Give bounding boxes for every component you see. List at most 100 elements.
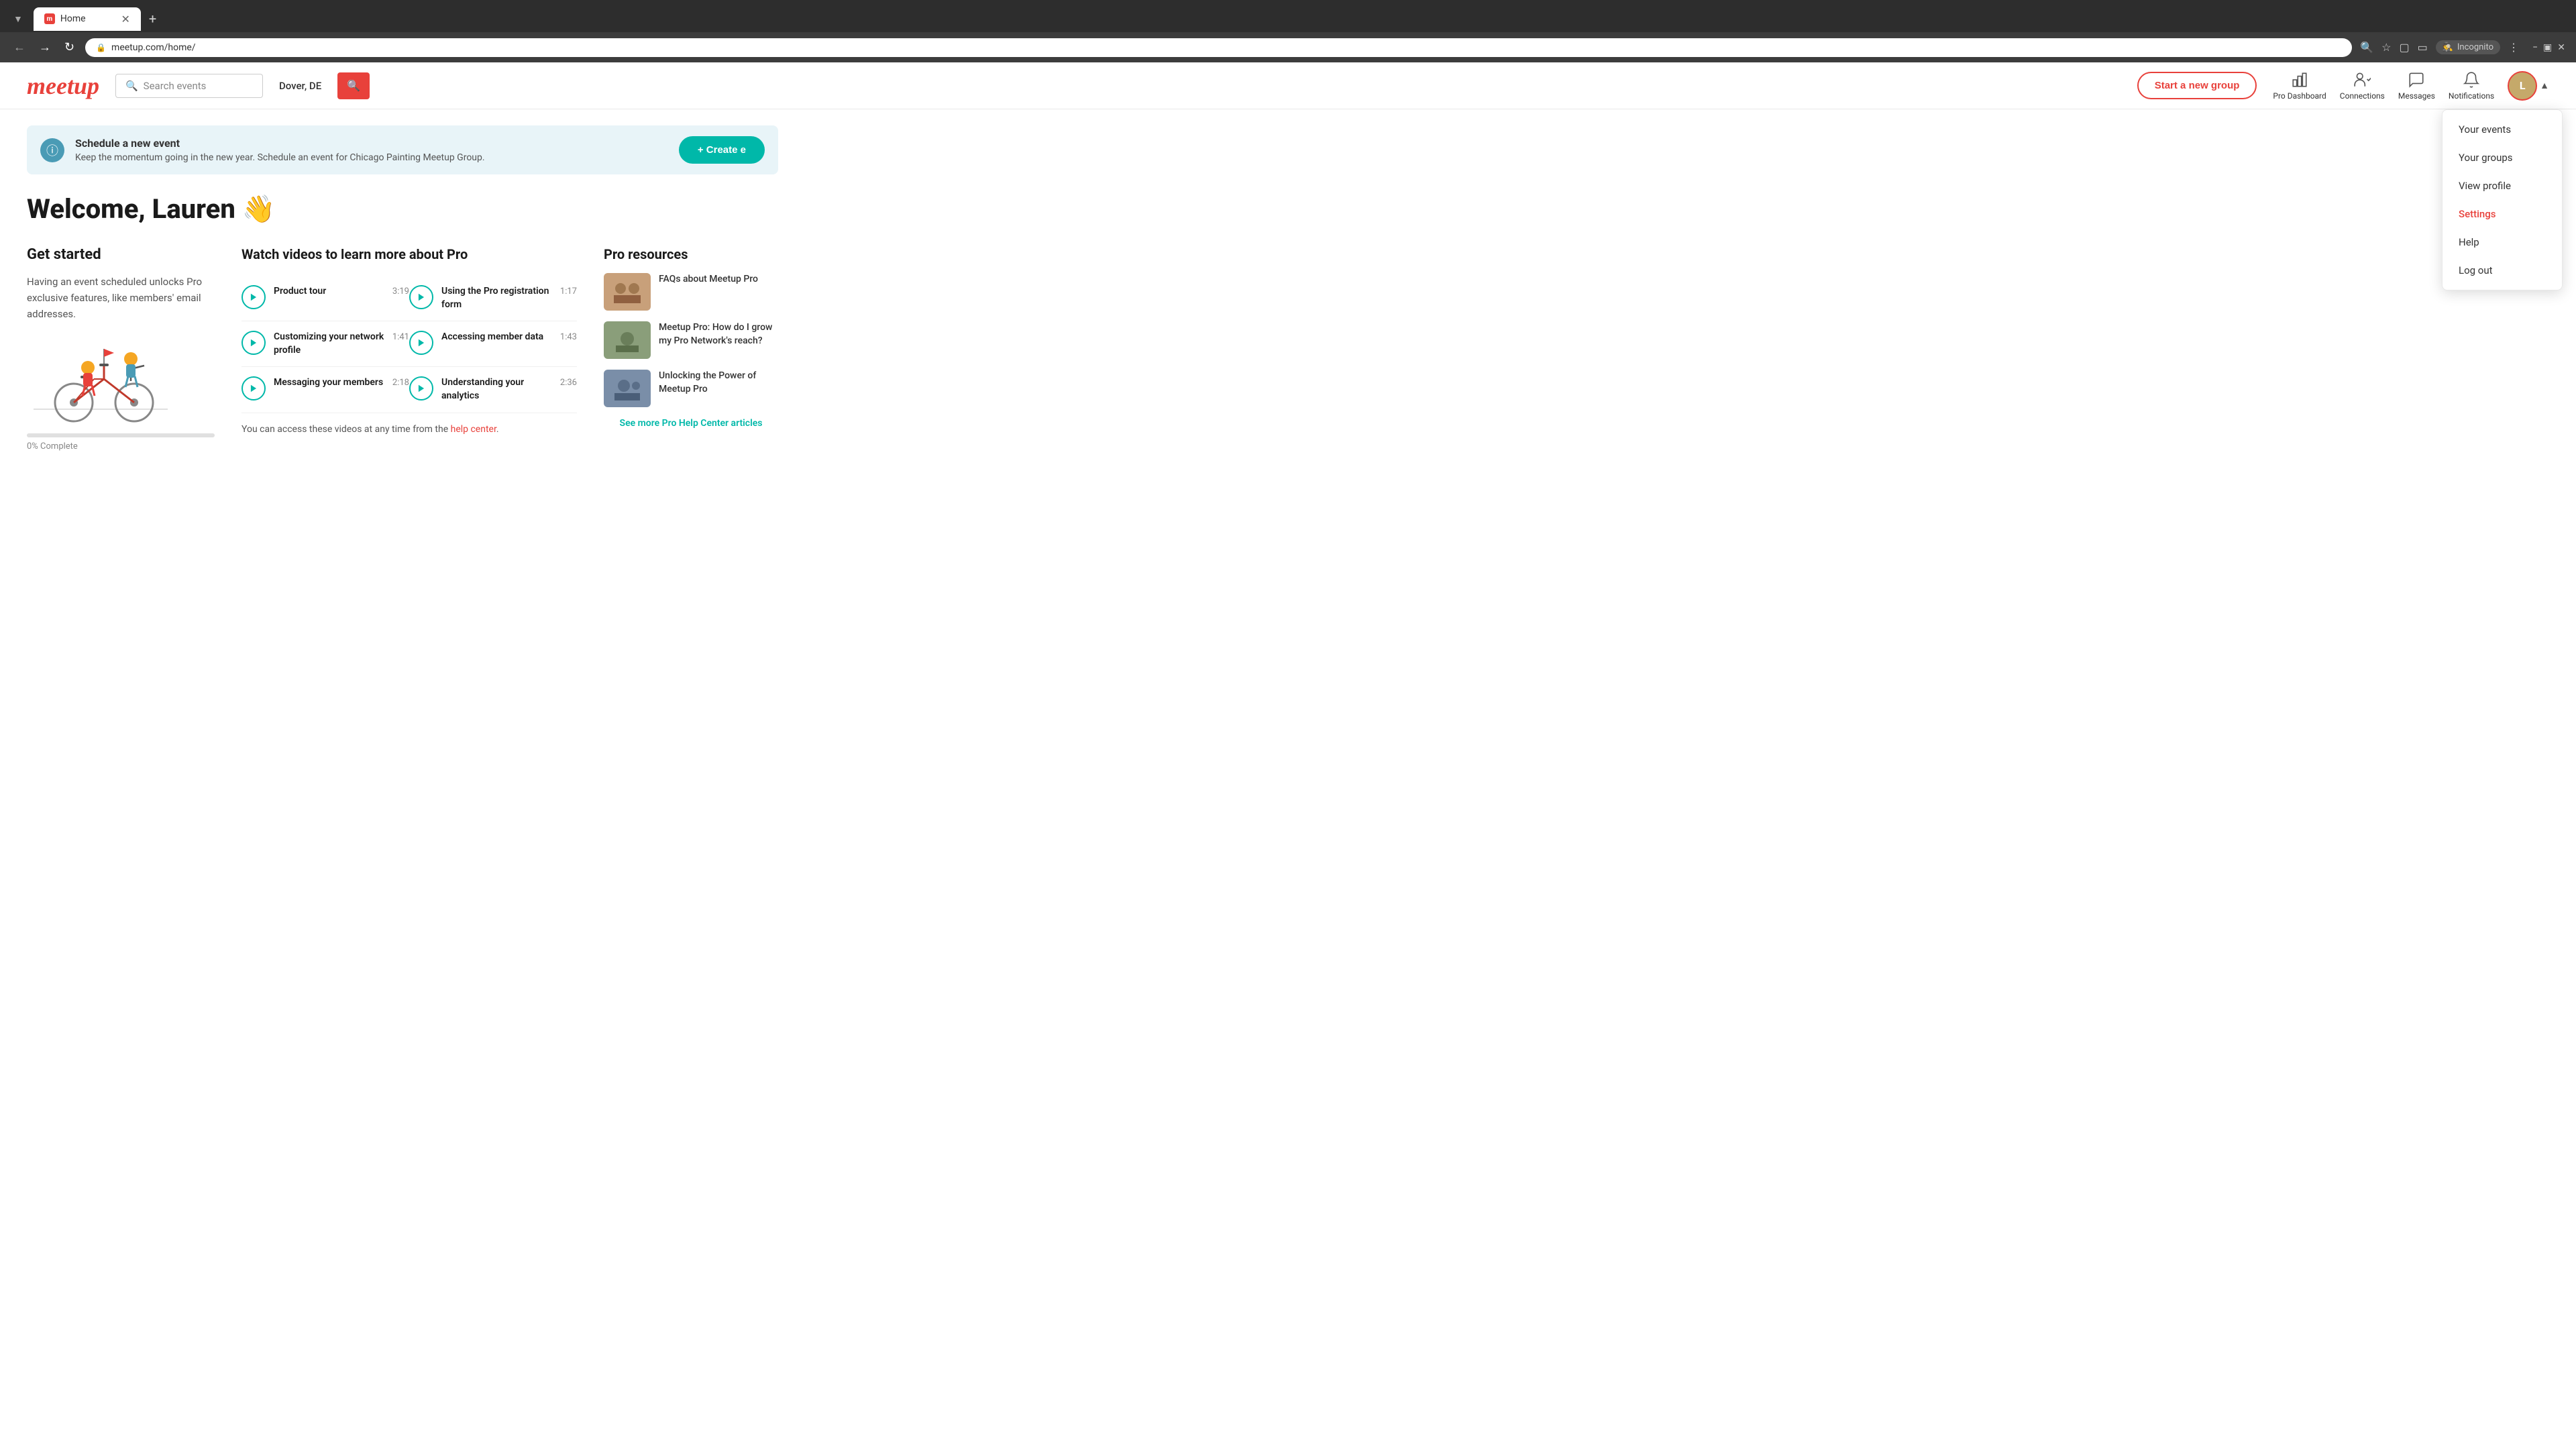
minimize-button[interactable]: −	[2532, 42, 2538, 53]
settings-menu-item[interactable]: Settings	[2443, 200, 2562, 228]
video-title-1: Using the Pro registration form	[441, 285, 555, 311]
help-text-before: You can access these videos at any time …	[241, 424, 448, 435]
play-button-3[interactable]	[409, 331, 433, 355]
forward-button[interactable]: →	[36, 38, 54, 57]
browser-right-controls: 🔍 ☆ ▢ ▭ 🕵 Incognito ⋮	[2360, 40, 2519, 54]
play-button-1[interactable]	[409, 285, 433, 309]
thumb-placeholder-1	[604, 321, 651, 359]
video-info-5: Understanding your analytics 2:36	[441, 376, 577, 402]
tab-list-button[interactable]: ▼	[8, 11, 28, 28]
nav-icons: Pro Dashboard Connections Messages Notif…	[2273, 71, 2549, 101]
search-box[interactable]: 🔍 Search events	[115, 74, 263, 98]
video-info-1: Using the Pro registration form 1:17	[441, 285, 577, 311]
help-center-text: You can access these videos at any time …	[241, 424, 577, 435]
get-started-section: Get started Having an event scheduled un…	[27, 246, 215, 451]
tab-favicon: m	[44, 13, 55, 24]
play-button-4[interactable]	[241, 376, 266, 400]
incognito-icon: 🕵	[2443, 42, 2453, 52]
video-item-2: Customizing your network profile 1:41	[241, 321, 409, 367]
connections-icon	[2353, 71, 2371, 89]
help-center-link[interactable]: help center	[451, 424, 496, 435]
address-bar[interactable]: 🔒 meetup.com/home/	[85, 38, 2352, 57]
main-content: ⓘ Schedule a new event Keep the momentum…	[0, 109, 805, 468]
browser-chrome: ▼ m Home ✕ + ← → ↻ 🔒 meetup.com/home/ 🔍 …	[0, 0, 2576, 62]
back-button[interactable]: ←	[11, 38, 28, 57]
refresh-button[interactable]: ↻	[62, 38, 77, 57]
start-group-button[interactable]: Start a new group	[2137, 72, 2257, 99]
videos-title: Watch videos to learn more about Pro	[241, 246, 577, 262]
play-icon-3	[417, 338, 426, 347]
notifications-label: Notifications	[2449, 91, 2494, 101]
active-tab[interactable]: m Home ✕	[34, 7, 141, 31]
search-placeholder: Search events	[144, 80, 207, 92]
your-events-menu-item[interactable]: Your events	[2443, 115, 2562, 144]
window-controls: − ▣ ✕	[2532, 42, 2565, 53]
play-icon-5	[417, 384, 426, 393]
banner-title: Schedule a new event	[75, 137, 485, 150]
your-groups-menu-item[interactable]: Your groups	[2443, 144, 2562, 172]
play-icon-2	[249, 338, 258, 347]
progress-bar-section: 0% Complete	[27, 433, 215, 451]
video-info-3: Accessing member data 1:43	[441, 331, 577, 344]
view-profile-menu-item[interactable]: View profile	[2443, 172, 2562, 200]
play-button-2[interactable]	[241, 331, 266, 355]
help-menu-item[interactable]: Help	[2443, 228, 2562, 256]
avatar: L	[2508, 71, 2537, 101]
notifications-icon	[2463, 71, 2480, 89]
pro-res-item-0: FAQs about Meetup Pro	[604, 273, 778, 311]
video-title-3: Accessing member data	[441, 331, 543, 344]
browser-controls: ← → ↻ 🔒 meetup.com/home/ 🔍 ☆ ▢ ▭ 🕵 Incog…	[0, 32, 2576, 62]
tab-close-button[interactable]: ✕	[121, 13, 129, 25]
bookmark-icon[interactable]: ☆	[2381, 41, 2391, 54]
pro-res-label-2[interactable]: Unlocking the Power of Meetup Pro	[659, 370, 778, 396]
pro-dashboard-label: Pro Dashboard	[2273, 91, 2326, 101]
video-item-4: Messaging your members 2:18	[241, 367, 409, 413]
video-duration-1: 1:17	[560, 285, 577, 297]
messages-icon	[2408, 71, 2425, 89]
log-out-menu-item[interactable]: Log out	[2443, 256, 2562, 284]
play-button-0[interactable]	[241, 285, 266, 309]
video-title-4: Messaging your members	[274, 376, 383, 390]
incognito-label: Incognito	[2457, 42, 2493, 52]
thumb-image-1	[610, 327, 644, 354]
notifications-nav-item[interactable]: Notifications	[2449, 71, 2494, 101]
split-view-icon[interactable]: ▭	[2418, 41, 2428, 54]
videos-section: Watch videos to learn more about Pro Pro…	[241, 246, 577, 451]
search-icon[interactable]: 🔍	[2360, 41, 2373, 54]
pro-res-label-0[interactable]: FAQs about Meetup Pro	[659, 273, 758, 286]
video-title-5: Understanding your analytics	[441, 376, 555, 402]
pro-dashboard-nav-item[interactable]: Pro Dashboard	[2273, 71, 2326, 101]
pro-resources-section: Pro resources FAQs about Meetup Pro	[604, 246, 778, 451]
close-button[interactable]: ✕	[2557, 42, 2565, 53]
messages-label: Messages	[2398, 91, 2435, 101]
see-more-link[interactable]: See more Pro Help Center articles	[604, 418, 778, 429]
video-item-1: Using the Pro registration form 1:17	[409, 276, 577, 321]
meetup-logo[interactable]: meetup	[27, 72, 99, 100]
avatar-wrapper[interactable]: L ▲	[2508, 71, 2549, 101]
pro-res-label-1[interactable]: Meetup Pro: How do I grow my Pro Network…	[659, 321, 778, 347]
play-button-5[interactable]	[409, 376, 433, 400]
maximize-button[interactable]: ▣	[2543, 42, 2552, 53]
play-icon-4	[249, 384, 258, 393]
user-dropdown-menu: Your events Your groups View profile Set…	[2442, 109, 2563, 290]
thumb-placeholder-2	[604, 370, 651, 407]
banner-text: Schedule a new event Keep the momentum g…	[75, 137, 485, 163]
location-display[interactable]: Dover, DE	[279, 80, 321, 92]
menu-icon[interactable]: ⋮	[2508, 41, 2519, 54]
create-event-button[interactable]: + Create e	[679, 136, 765, 164]
video-item-5: Understanding your analytics 2:36	[409, 367, 577, 413]
address-text: meetup.com/home/	[111, 42, 196, 53]
connections-nav-item[interactable]: Connections	[2340, 71, 2385, 101]
new-tab-button[interactable]: +	[144, 5, 162, 32]
banner-description: Keep the momentum going in the new year.…	[75, 152, 485, 163]
thumb-placeholder-0	[604, 273, 651, 311]
thumb-image-2	[610, 375, 644, 402]
extensions-icon[interactable]: ▢	[2399, 41, 2409, 54]
progress-label: 0% Complete	[27, 441, 215, 451]
search-button[interactable]: 🔍	[337, 72, 370, 99]
lock-icon: 🔒	[96, 43, 106, 52]
connections-label: Connections	[2340, 91, 2385, 101]
thumb-image-0	[610, 278, 644, 305]
messages-nav-item[interactable]: Messages	[2398, 71, 2435, 101]
pro-res-item-2: Unlocking the Power of Meetup Pro	[604, 370, 778, 407]
